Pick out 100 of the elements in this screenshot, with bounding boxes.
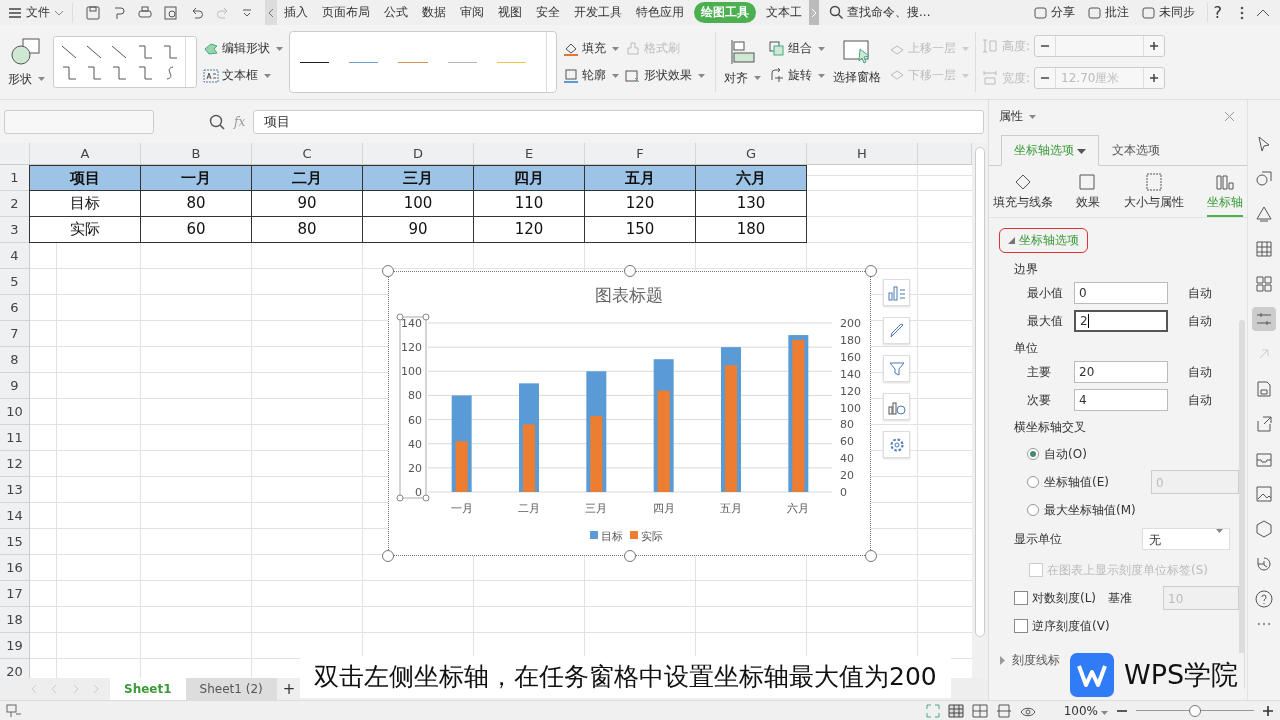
toolbar-action[interactable]: 批注 [1086,4,1129,21]
resize-handle[interactable] [382,265,394,277]
column-header[interactable]: C [252,143,363,165]
row-header[interactable]: 17 [0,581,30,607]
scroll-right-button[interactable] [809,0,819,25]
toolbar-action[interactable]: 未同步 [1140,4,1195,21]
section-header[interactable]: 刻度线标 [999,652,1060,669]
row-header[interactable]: 16 [0,555,30,581]
sheet-tab[interactable]: Sheet1 (2) [185,678,277,700]
file-menu[interactable]: 文件 [0,2,73,23]
input-field[interactable]: 2 [1074,310,1168,332]
column-header[interactable]: B [141,143,252,165]
line-style-swatch[interactable] [496,61,526,63]
radio-button[interactable] [1027,448,1039,460]
ribbon-tab[interactable]: 开发工具 [567,2,629,23]
normal-view-icon[interactable] [947,703,964,718]
line-style-swatch[interactable] [300,61,330,63]
selection-pane-button[interactable]: 选择窗格 [831,38,883,86]
row-header[interactable]: 4 [0,243,30,269]
line-style-swatch[interactable] [398,61,428,63]
zoom-level[interactable]: 100% [1063,703,1108,718]
row-header[interactable]: 19 [0,633,30,659]
row-header[interactable]: 12 [0,451,30,477]
panel-title[interactable]: 属性 [999,108,1036,125]
row-header[interactable]: 6 [0,295,30,321]
online-chart-button[interactable] [883,393,910,420]
column-header[interactable]: D [363,143,474,165]
ribbon-tab[interactable]: 公式 [377,2,415,23]
property-tab[interactable]: 大小与属性 [1123,172,1184,217]
align-button[interactable]: 对齐 [722,37,763,87]
settings-button[interactable] [883,431,910,458]
column-header[interactable]: A [30,143,141,165]
edit-shape-button[interactable]: 编辑形状 [203,40,283,57]
row-header[interactable]: 14 [0,503,30,529]
row-header[interactable]: 18 [0,607,30,633]
connector-icon[interactable] [85,64,104,81]
text-box-button[interactable]: 文本框 [203,67,283,84]
zoom-slider-thumb[interactable] [1189,704,1201,717]
ribbon-tab[interactable]: 审阅 [453,2,491,23]
row-header[interactable]: 7 [0,321,30,347]
ribbon-tab[interactable]: 文本工 [759,2,809,23]
ribbon-tab[interactable]: 安全 [529,2,567,23]
auto-link[interactable]: 自动 [1188,363,1212,381]
ribbon-tab[interactable]: 特色应用 [629,2,691,23]
rotate-button[interactable]: 旋转 [769,67,825,84]
preview-icon[interactable] [163,4,179,21]
ribbon-tab[interactable]: 数据 [415,2,453,23]
page-layout-icon[interactable] [995,703,1012,718]
ribbon-tab[interactable]: 视图 [491,2,529,23]
row-header[interactable]: 10 [0,399,30,425]
zoom-in-icon[interactable] [1262,704,1274,717]
resize-handle[interactable] [382,550,394,562]
chart-style-button[interactable] [883,317,910,344]
add-sheet-button[interactable]: + [276,680,302,698]
auto-link[interactable]: 自动 [1188,284,1212,302]
sheet-tab[interactable]: Sheet1 [110,678,186,700]
group-button[interactable]: 组合 [769,40,825,57]
chart-frame[interactable]: 图表标题 0 20 40 60 80 100 120 140 0 20 40 60 80 100 120 140 160 180 200 一月 二月 三月 四月 五月 六月 目标 实际 [388,271,871,556]
more-icon[interactable] [1240,5,1244,20]
radio-label[interactable]: 坐标轴值(E) [1044,473,1109,491]
row-header[interactable]: 3 [0,217,30,243]
radio-button[interactable] [1027,476,1039,488]
auto-link[interactable]: 自动 [1188,312,1212,330]
zoom-icon[interactable] [208,112,226,131]
checkbox[interactable] [1014,619,1028,633]
scroll-left-button[interactable] [265,0,277,25]
close-icon[interactable] [1224,111,1236,122]
ribbon-tab[interactable]: 插入 [277,2,315,23]
input-field[interactable]: 4 [1074,389,1168,411]
input-field[interactable]: 0 [1074,282,1168,304]
sidebar-tool[interactable] [1252,307,1277,331]
row-header[interactable]: 11 [0,425,30,451]
toolbar-action[interactable]: 分享 [1032,4,1075,21]
line-icon[interactable] [59,43,78,60]
auto-link[interactable]: 自动 [1188,391,1212,409]
column-header[interactable]: E [474,143,585,165]
shape-effects-button[interactable]: 形状效果 [625,67,709,84]
row-header[interactable]: 8 [0,347,30,373]
row-header[interactable]: 9 [0,373,30,399]
row-header[interactable]: 15 [0,529,30,555]
size-field[interactable] [1034,35,1166,57]
save-icon[interactable] [85,4,101,21]
resize-handle[interactable] [865,265,877,277]
line-style-swatch[interactable] [447,61,477,63]
radio-button[interactable] [1027,504,1039,516]
checkbox-label[interactable]: 对数刻度(L) [1032,589,1097,607]
row-header[interactable]: 20 [0,659,30,678]
fill-button[interactable]: 填充 [563,40,619,57]
checkbox[interactable] [1014,591,1028,605]
property-tab[interactable]: 填充与线条 [993,172,1053,217]
outline-button[interactable]: 轮廓 [563,67,619,84]
row-header[interactable]: 13 [0,477,30,503]
radio-label[interactable]: 自动(O) [1044,445,1087,463]
row-header[interactable]: 2 [0,191,30,217]
scrollbar-thumb[interactable] [975,147,985,637]
ribbon-tab[interactable]: 页面布局 [315,2,377,23]
property-tab[interactable]: 效果 [1076,172,1101,217]
row-header[interactable]: 1 [0,165,30,191]
row-header[interactable]: 5 [0,269,30,295]
column-header[interactable]: F [585,143,696,165]
